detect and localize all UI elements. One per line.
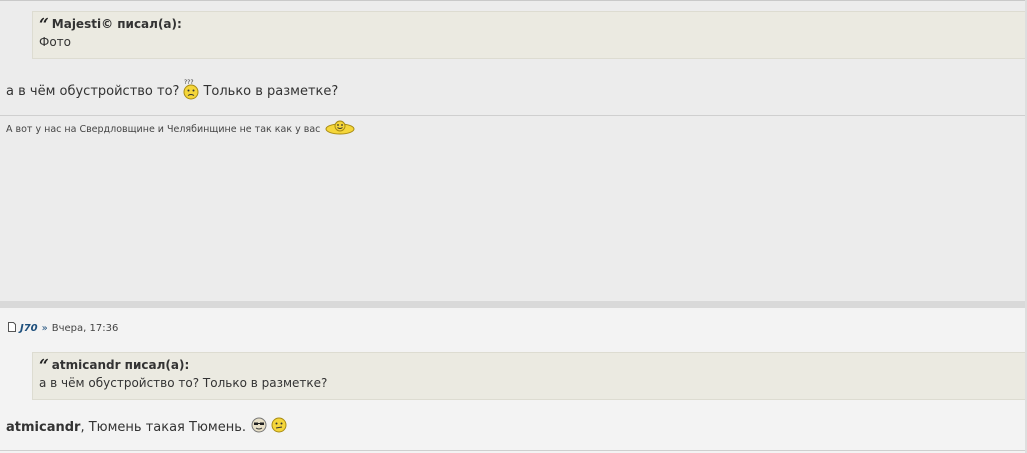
quote-block: “Majesti© писал(а): Фото [32, 11, 1027, 59]
post-message: atmicandr , Тюмень такая Тюмень. [6, 416, 287, 438]
quote-author: “Majesti© писал(а): [39, 15, 1020, 35]
post-link-icon[interactable] [8, 322, 16, 335]
quote-block: “atmicandr писал(а): а в чём обустройств… [32, 352, 1027, 400]
message-text: , Тюмень такая Тюмень. [80, 419, 246, 435]
sunglasses-smiley-icon [251, 417, 267, 437]
signature-divider [0, 115, 1027, 116]
signature: А вот у нас на Свердловщине и Челябинщин… [6, 120, 355, 139]
post-1: “Majesti© писал(а): Фото а в чём обустро… [0, 0, 1027, 301]
quote-text: а в чём обустройство то? Только в размет… [39, 376, 328, 390]
post-meta: J70 » Вчера, 17:36 [8, 322, 118, 335]
dancing-smiley-icon [325, 120, 355, 139]
post-message: а в чём обустройство то? ??? Только в ра… [6, 79, 338, 103]
meta-separator: » [41, 323, 48, 334]
quote-mark-icon: “ [39, 356, 49, 376]
quote-text: Фото [39, 35, 72, 49]
post-separator [0, 301, 1027, 308]
confused-smiley-icon: ??? [182, 78, 200, 104]
thinking-smiley-icon [271, 417, 287, 437]
quote-author: “atmicandr писал(а): [39, 356, 1020, 376]
quote-author-label: atmicandr писал(а): [51, 358, 190, 372]
post-2: J70 » Вчера, 17:36 “atmicandr писал(а): … [0, 308, 1027, 453]
quote-mark-icon: “ [39, 15, 49, 35]
post-bottom-divider [0, 450, 1027, 451]
post-author-link[interactable]: J70 [20, 323, 38, 334]
message-text-after: Только в разметке? [203, 83, 339, 99]
post-date: Вчера, 17:36 [51, 323, 119, 334]
mentioned-username: atmicandr [6, 419, 81, 435]
signature-text: А вот у нас на Свердловщине и Челябинщин… [6, 124, 321, 135]
message-text-before: а в чём обустройство то? [6, 83, 180, 99]
quote-author-label: Majesti© писал(а): [51, 17, 182, 31]
